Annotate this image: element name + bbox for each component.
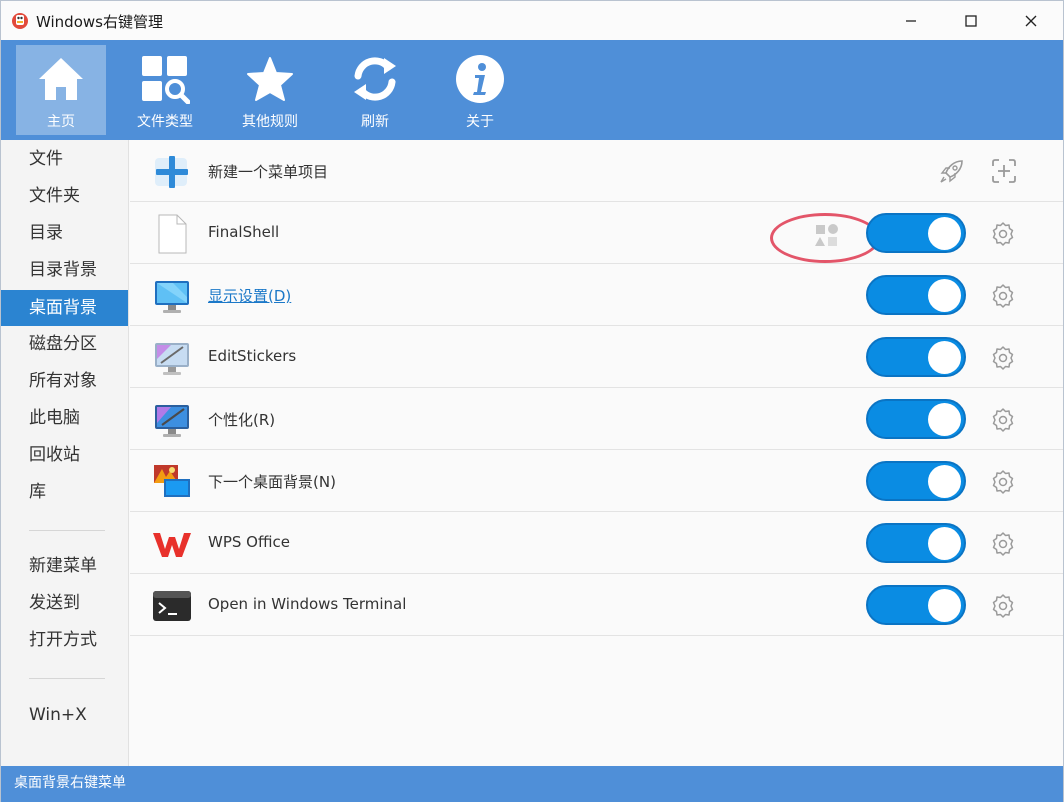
new-menu-item-row[interactable]: 新建一个菜单项目 bbox=[130, 140, 1063, 202]
menu-row-label: Open in Windows Terminal bbox=[208, 595, 407, 613]
menu-row-label: 个性化(R) bbox=[208, 411, 276, 429]
enable-toggle[interactable] bbox=[866, 213, 966, 253]
refresh-icon bbox=[354, 57, 396, 101]
sidebar-item-directory[interactable]: 目录 bbox=[1, 215, 128, 251]
menu-items-list: 新建一个菜单项目 FinalShell 显示设置(D) EditStickers… bbox=[130, 140, 1063, 766]
title-bar: Windows右键管理 bbox=[1, 1, 1063, 40]
wps-icon bbox=[152, 525, 192, 563]
menu-row-editstickers: EditStickers bbox=[130, 326, 1063, 388]
enable-toggle[interactable] bbox=[866, 399, 966, 439]
close-icon bbox=[1025, 15, 1037, 26]
toggle-knob bbox=[928, 341, 961, 374]
sidebar: 文件 文件夹 目录 目录背景 桌面背景 磁盘分区 所有对象 此电脑 回收站 库 … bbox=[1, 140, 129, 766]
sidebar-item-recycle-bin[interactable]: 回收站 bbox=[1, 437, 128, 473]
app-logo-icon bbox=[12, 13, 28, 29]
toolbar-about[interactable]: 关于 bbox=[435, 45, 525, 135]
gear-icon[interactable] bbox=[990, 221, 1016, 247]
enable-toggle[interactable] bbox=[866, 585, 966, 625]
window-title: Windows右键管理 bbox=[36, 13, 163, 31]
enable-toggle[interactable] bbox=[866, 523, 966, 563]
rocket-icon[interactable] bbox=[938, 157, 966, 185]
menu-row-label: FinalShell bbox=[208, 223, 280, 241]
sidebar-divider bbox=[29, 530, 105, 531]
sidebar-divider bbox=[29, 678, 105, 679]
menu-row-finalshell: FinalShell bbox=[130, 202, 1063, 264]
toolbar-home-label: 主页 bbox=[47, 114, 75, 130]
plus-icon bbox=[152, 153, 192, 191]
maximize-icon bbox=[965, 14, 977, 27]
menu-row-label[interactable]: 显示设置(D) bbox=[208, 285, 291, 306]
enable-toggle[interactable] bbox=[866, 461, 966, 501]
menu-row-display-settings: 显示设置(D) bbox=[130, 264, 1063, 326]
sidebar-item-this-pc[interactable]: 此电脑 bbox=[1, 400, 128, 436]
menu-row-label: EditStickers bbox=[208, 347, 297, 365]
new-menu-item-label: 新建一个菜单项目 bbox=[208, 163, 329, 181]
app-window: Windows右键管理 主页 文件类型 其他规则 刷新 关于 文件 文件夹 目录… bbox=[0, 0, 1064, 802]
menu-row-label: 下一个桌面背景(N) bbox=[208, 473, 336, 491]
toolbar-file-types-label: 文件类型 bbox=[137, 114, 193, 130]
menu-row-windows-terminal: Open in Windows Terminal bbox=[130, 574, 1063, 636]
toolbar-file-types[interactable]: 文件类型 bbox=[120, 45, 210, 135]
toggle-knob bbox=[928, 589, 961, 622]
file-types-icon bbox=[142, 56, 190, 104]
toggle-knob bbox=[928, 279, 961, 312]
menu-row-wps-office: WPS Office bbox=[130, 512, 1063, 574]
minimize-icon bbox=[906, 19, 916, 22]
menu-row-personalize: 个性化(R) bbox=[130, 388, 1063, 450]
star-icon bbox=[247, 57, 293, 101]
toolbar-refresh[interactable]: 刷新 bbox=[330, 45, 420, 135]
info-icon bbox=[456, 55, 504, 103]
toolbar-other-rules[interactable]: 其他规则 bbox=[225, 45, 315, 135]
blank-file-icon bbox=[152, 214, 192, 254]
sidebar-item-disk-partition[interactable]: 磁盘分区 bbox=[1, 326, 128, 362]
sidebar-item-all-objects[interactable]: 所有对象 bbox=[1, 363, 128, 399]
sidebar-item-new-menu[interactable]: 新建菜单 bbox=[1, 548, 128, 584]
gear-icon[interactable] bbox=[990, 407, 1016, 433]
maximize-button[interactable] bbox=[941, 1, 1001, 40]
next-wallpaper-icon bbox=[152, 463, 192, 501]
personalize-icon bbox=[152, 401, 192, 439]
sidebar-item-win-x[interactable]: Win+X bbox=[1, 697, 128, 733]
toggle-knob bbox=[928, 527, 961, 560]
gear-icon[interactable] bbox=[990, 283, 1016, 309]
enable-toggle[interactable] bbox=[866, 275, 966, 315]
toggle-knob bbox=[928, 403, 961, 436]
toolbar-refresh-label: 刷新 bbox=[361, 114, 389, 130]
gear-icon[interactable] bbox=[990, 531, 1016, 557]
highlight-ring bbox=[770, 213, 880, 263]
sidebar-item-open-with[interactable]: 打开方式 bbox=[1, 622, 128, 658]
monitor-pen-icon bbox=[152, 339, 192, 377]
toolbar-other-rules-label: 其他规则 bbox=[242, 114, 298, 130]
menu-row-label: WPS Office bbox=[208, 533, 290, 551]
close-button[interactable] bbox=[1001, 1, 1061, 40]
minimize-button[interactable] bbox=[881, 1, 941, 40]
gear-icon[interactable] bbox=[990, 345, 1016, 371]
sidebar-item-library[interactable]: 库 bbox=[1, 474, 128, 510]
sidebar-item-file[interactable]: 文件 bbox=[1, 141, 128, 177]
toggle-knob bbox=[928, 217, 961, 250]
home-icon bbox=[39, 58, 83, 100]
sidebar-item-folder[interactable]: 文件夹 bbox=[1, 178, 128, 214]
display-icon bbox=[152, 277, 192, 315]
gear-icon[interactable] bbox=[990, 469, 1016, 495]
toggle-knob bbox=[928, 465, 961, 498]
terminal-icon bbox=[152, 587, 192, 625]
sidebar-item-send-to[interactable]: 发送到 bbox=[1, 585, 128, 621]
add-item-icon[interactable] bbox=[990, 157, 1018, 185]
main-toolbar: 主页 文件类型 其他规则 刷新 关于 bbox=[1, 40, 1063, 140]
status-bar: 桌面背景右键菜单 bbox=[1, 766, 1063, 802]
toolbar-home[interactable]: 主页 bbox=[16, 45, 106, 135]
sidebar-item-desktop-background[interactable]: 桌面背景 bbox=[1, 290, 128, 326]
sidebar-item-directory-background[interactable]: 目录背景 bbox=[1, 252, 128, 288]
menu-row-next-wallpaper: 下一个桌面背景(N) bbox=[130, 450, 1063, 512]
enable-toggle[interactable] bbox=[866, 337, 966, 377]
gear-icon[interactable] bbox=[990, 593, 1016, 619]
toolbar-about-label: 关于 bbox=[466, 114, 494, 130]
